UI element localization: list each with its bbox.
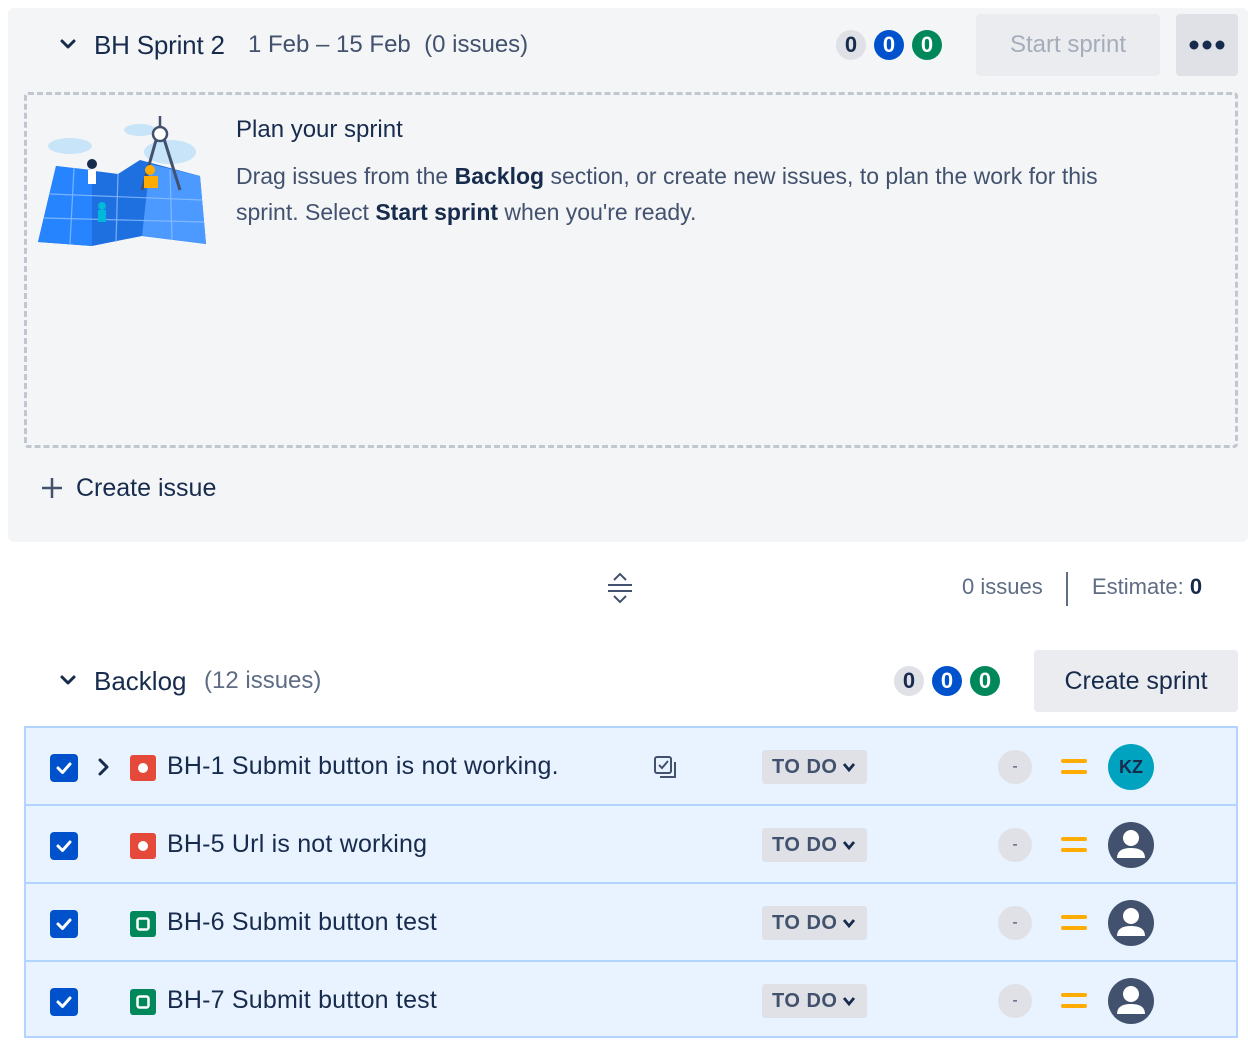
done-count-badge: 0 bbox=[912, 30, 942, 60]
create-issue-button[interactable]: Create issue bbox=[40, 470, 216, 506]
plus-icon bbox=[42, 478, 62, 498]
plan-desc-part: when you're ready. bbox=[498, 199, 697, 225]
chevron-down-icon bbox=[843, 919, 856, 929]
in-progress-count-badge: 0 bbox=[874, 30, 904, 60]
issue-title[interactable]: BH-1 Submit button is not working. bbox=[167, 752, 559, 781]
issue-checkbox[interactable] bbox=[50, 988, 78, 1016]
story-points-estimate[interactable]: - bbox=[998, 828, 1032, 862]
issue-summary[interactable]: Url is not working bbox=[232, 830, 427, 858]
issue-title[interactable]: BH-7 Submit button test bbox=[167, 986, 437, 1015]
plan-desc-start-sprint: Start sprint bbox=[375, 199, 499, 225]
status-dropdown[interactable]: TO DO bbox=[762, 906, 868, 940]
status-dropdown[interactable]: TO DO bbox=[762, 750, 868, 784]
status-label: TO DO bbox=[772, 989, 838, 1012]
issue-summary[interactable]: Submit button test bbox=[232, 986, 437, 1014]
backlog-issue-list: BH-1 Submit button is not working. TO DO… bbox=[24, 726, 1238, 1038]
issue-key[interactable]: BH-1 bbox=[167, 752, 225, 780]
issue-title[interactable]: BH-6 Submit button test bbox=[167, 908, 437, 937]
plan-sprint-illustration bbox=[38, 116, 206, 246]
sprint-date-range: 1 Feb – 15 Feb bbox=[248, 31, 411, 58]
assignee-avatar[interactable]: KZ bbox=[1108, 744, 1154, 790]
sprint-issue-summary: 0 issues bbox=[962, 574, 1043, 599]
sprint-dates: 1 Feb – 15 Feb (0 issues) bbox=[248, 31, 528, 59]
chevron-down-icon bbox=[843, 997, 856, 1007]
issue-row[interactable]: BH-5 Url is not working TO DO - bbox=[24, 804, 1238, 882]
issue-summary[interactable]: Submit button test bbox=[232, 908, 437, 936]
plan-sprint-title: Plan your sprint bbox=[236, 116, 403, 143]
issue-checkbox[interactable] bbox=[50, 910, 78, 938]
user-avatar-icon[interactable] bbox=[1108, 900, 1154, 946]
checkmark-icon bbox=[56, 996, 72, 1008]
chevron-down-icon[interactable] bbox=[58, 34, 78, 54]
bug-icon bbox=[130, 833, 156, 859]
backlog-issue-count: (12 issues) bbox=[204, 667, 322, 694]
issue-summary[interactable]: Submit button is not working. bbox=[232, 752, 559, 780]
in-progress-count-badge: 0 bbox=[932, 666, 962, 696]
more-actions-button[interactable] bbox=[1176, 14, 1238, 76]
priority-medium-icon bbox=[1061, 915, 1087, 930]
status-dropdown[interactable]: TO DO bbox=[762, 828, 868, 862]
chevron-down-icon bbox=[843, 763, 856, 773]
todo-count-badge: 0 bbox=[894, 666, 924, 696]
sprint-issue-count: (0 issues) bbox=[424, 31, 529, 58]
priority-medium-icon bbox=[1061, 837, 1087, 852]
sprint-panel: BH Sprint 2 1 Feb – 15 Feb (0 issues) 0 … bbox=[8, 8, 1248, 542]
plan-sprint-description: Drag issues from the Backlog section, or… bbox=[236, 158, 1166, 230]
issue-checkbox[interactable] bbox=[50, 832, 78, 860]
drag-handle-icon[interactable] bbox=[604, 572, 636, 604]
start-sprint-button[interactable]: Start sprint bbox=[976, 14, 1160, 76]
issue-key[interactable]: BH-7 bbox=[167, 986, 225, 1014]
story-points-estimate[interactable]: - bbox=[998, 906, 1032, 940]
plan-desc-part: Drag issues from the bbox=[236, 163, 455, 189]
priority-medium-icon bbox=[1061, 993, 1087, 1008]
story-points-estimate[interactable]: - bbox=[998, 750, 1032, 784]
checkmark-icon bbox=[56, 840, 72, 852]
task-icon bbox=[130, 989, 156, 1015]
issue-row[interactable]: BH-7 Submit button test TO DO - bbox=[24, 960, 1238, 1038]
todo-count-badge: 0 bbox=[836, 30, 866, 60]
backlog-title[interactable]: Backlog bbox=[94, 666, 187, 697]
backlog-status-counts: 0 0 0 bbox=[894, 666, 1000, 696]
issue-row[interactable]: BH-6 Submit button test TO DO - bbox=[24, 882, 1238, 960]
sprint-estimate-summary: Estimate: 0 bbox=[1092, 574, 1202, 600]
issue-row[interactable]: BH-1 Submit button is not working. TO DO… bbox=[24, 726, 1238, 804]
status-label: TO DO bbox=[772, 833, 838, 856]
user-avatar-icon[interactable] bbox=[1108, 822, 1154, 868]
issue-title[interactable]: BH-5 Url is not working bbox=[167, 830, 427, 859]
done-count-badge: 0 bbox=[970, 666, 1000, 696]
issue-checkbox[interactable] bbox=[50, 754, 78, 782]
create-sprint-button[interactable]: Create sprint bbox=[1034, 650, 1238, 712]
issue-key[interactable]: BH-6 bbox=[167, 908, 225, 936]
task-icon bbox=[130, 911, 156, 937]
sprint-status-counts: 0 0 0 bbox=[836, 30, 942, 60]
user-avatar-icon[interactable] bbox=[1108, 978, 1154, 1024]
estimate-label: Estimate: bbox=[1092, 574, 1184, 599]
issue-key[interactable]: BH-5 bbox=[167, 830, 225, 858]
chevron-right-icon[interactable] bbox=[92, 756, 114, 778]
status-label: TO DO bbox=[772, 911, 838, 934]
story-points-estimate[interactable]: - bbox=[998, 984, 1032, 1018]
bug-icon bbox=[130, 755, 156, 781]
chevron-down-icon[interactable] bbox=[58, 670, 78, 690]
sprint-header: BH Sprint 2 1 Feb – 15 Feb (0 issues) 0 … bbox=[8, 8, 1248, 82]
sprint-name[interactable]: BH Sprint 2 bbox=[94, 30, 225, 61]
plan-desc-backlog: Backlog bbox=[454, 163, 545, 189]
status-dropdown[interactable]: TO DO bbox=[762, 984, 868, 1018]
child-issues-icon[interactable] bbox=[652, 754, 678, 780]
priority-medium-icon bbox=[1061, 759, 1087, 774]
chevron-down-icon bbox=[843, 841, 856, 851]
create-issue-label: Create issue bbox=[76, 473, 217, 502]
summary-divider bbox=[1066, 572, 1068, 606]
status-label: TO DO bbox=[772, 755, 838, 778]
checkmark-icon bbox=[56, 918, 72, 930]
estimate-value: 0 bbox=[1189, 574, 1203, 599]
checkmark-icon bbox=[56, 762, 72, 774]
more-horizontal-icon bbox=[1189, 40, 1225, 50]
